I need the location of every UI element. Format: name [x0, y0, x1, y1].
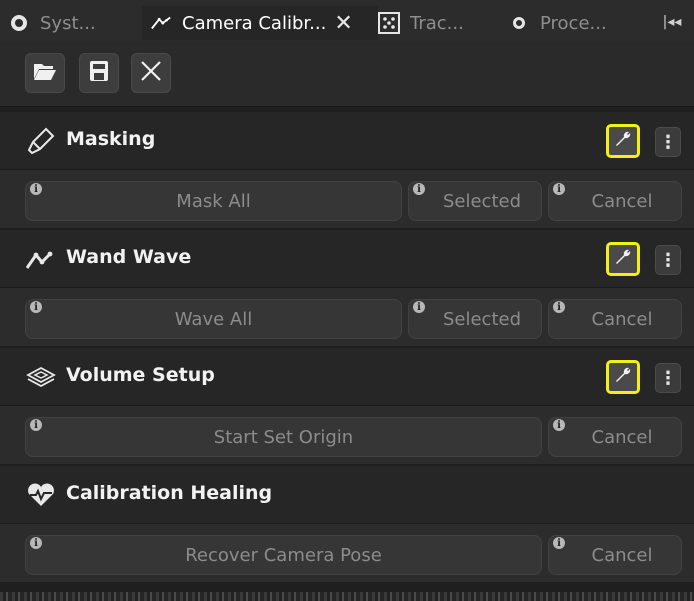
info-icon[interactable]: i [553, 301, 565, 313]
heart-pulse-icon [26, 480, 56, 510]
button-label: Cancel [591, 308, 653, 330]
cancel-button[interactable]: i Cancel [548, 299, 682, 339]
close-icon [140, 60, 162, 86]
section-header-volume-setup[interactable]: Volume Setup ⋮ [0, 348, 694, 406]
folder-open-icon [33, 61, 57, 85]
info-icon[interactable]: i [30, 537, 42, 549]
open-button[interactable] [25, 53, 65, 93]
toolbar [0, 42, 694, 107]
tab-system[interactable]: Syst... [8, 6, 136, 40]
start-set-origin-button[interactable]: i Start Set Origin [25, 417, 542, 457]
cancel-button[interactable]: i Cancel [548, 181, 682, 221]
action-row-wand-wave: i Wave All i Selected i Cancel [0, 288, 694, 346]
button-label: Start Set Origin [213, 426, 354, 448]
more-options-button[interactable]: ⋮ [655, 127, 681, 157]
cancel-button[interactable]: i Cancel [548, 535, 682, 575]
selected-button[interactable]: i Selected [408, 299, 542, 339]
info-icon[interactable]: i [413, 301, 425, 313]
tab-label: Syst... [40, 12, 96, 34]
tab-label: Trac... [410, 12, 464, 34]
tab-processing[interactable]: Proce... [508, 6, 648, 40]
process-icon [508, 12, 530, 34]
info-icon[interactable]: i [30, 183, 42, 195]
tab-camera-calibration[interactable]: Camera Calibr... ✕ [142, 6, 378, 40]
info-icon[interactable]: i [553, 537, 565, 549]
collapse-panel-button[interactable]: |◂◂ [658, 8, 686, 36]
settings-wrench-button[interactable] [606, 242, 640, 276]
info-icon[interactable]: i [30, 419, 42, 431]
section-title: Calibration Healing [66, 482, 273, 504]
close-button[interactable] [131, 53, 171, 93]
info-icon[interactable]: i [413, 183, 425, 195]
wave-all-button[interactable]: i Wave All [25, 299, 402, 339]
section-title: Volume Setup [66, 364, 215, 386]
cancel-button[interactable]: i Cancel [548, 417, 682, 457]
tab-label: Camera Calibr... [182, 12, 327, 34]
button-label: Cancel [591, 190, 653, 212]
button-label: Selected [442, 308, 522, 330]
button-label: Recover Camera Pose [185, 544, 382, 566]
tab-tracking[interactable]: Trac... [378, 6, 496, 40]
gear-icon [8, 12, 30, 34]
tab-label: Proce... [540, 12, 607, 34]
settings-wrench-button[interactable] [606, 124, 640, 158]
dots-grid-icon [378, 12, 400, 34]
section-header-wand-wave[interactable]: Wand Wave ⋮ [0, 230, 694, 288]
action-row-volume-setup: i Start Set Origin i Cancel [0, 406, 694, 464]
button-label: Wave All [174, 308, 253, 330]
wand-icon [150, 12, 172, 34]
tab-bar: Syst... Camera Calibr... ✕ Trac... Proce… [0, 0, 694, 43]
mask-all-button[interactable]: i Mask All [25, 181, 402, 221]
wand-wave-icon [26, 244, 56, 274]
wrench-icon [614, 248, 632, 270]
action-row-calibration-healing: i Recover Camera Pose i Cancel [0, 524, 694, 582]
brush-icon [26, 126, 56, 156]
volume-layers-icon [26, 362, 56, 392]
wrench-icon [614, 366, 632, 388]
section-title: Masking [66, 128, 156, 150]
close-icon[interactable]: ✕ [334, 11, 352, 36]
section-title: Wand Wave [66, 246, 192, 268]
save-icon [89, 60, 109, 86]
button-label: Cancel [591, 426, 653, 448]
info-icon[interactable]: i [553, 419, 565, 431]
section-header-masking[interactable]: Masking ⋮ [0, 112, 694, 170]
settings-wrench-button[interactable] [606, 360, 640, 394]
button-label: Selected [442, 190, 522, 212]
wrench-icon [614, 130, 632, 152]
button-label: Cancel [591, 544, 653, 566]
save-button[interactable] [79, 53, 119, 93]
more-options-button[interactable]: ⋮ [655, 363, 681, 393]
more-options-button[interactable]: ⋮ [655, 245, 681, 275]
info-icon[interactable]: i [30, 301, 42, 313]
button-label: Mask All [176, 190, 251, 212]
section-header-calibration-healing[interactable]: Calibration Healing [0, 466, 694, 524]
action-row-masking: i Mask All i Selected i Cancel [0, 170, 694, 228]
panel-bottom-edge [0, 592, 694, 601]
info-icon[interactable]: i [553, 183, 565, 195]
selected-button[interactable]: i Selected [408, 181, 542, 221]
recover-camera-pose-button[interactable]: i Recover Camera Pose [25, 535, 542, 575]
